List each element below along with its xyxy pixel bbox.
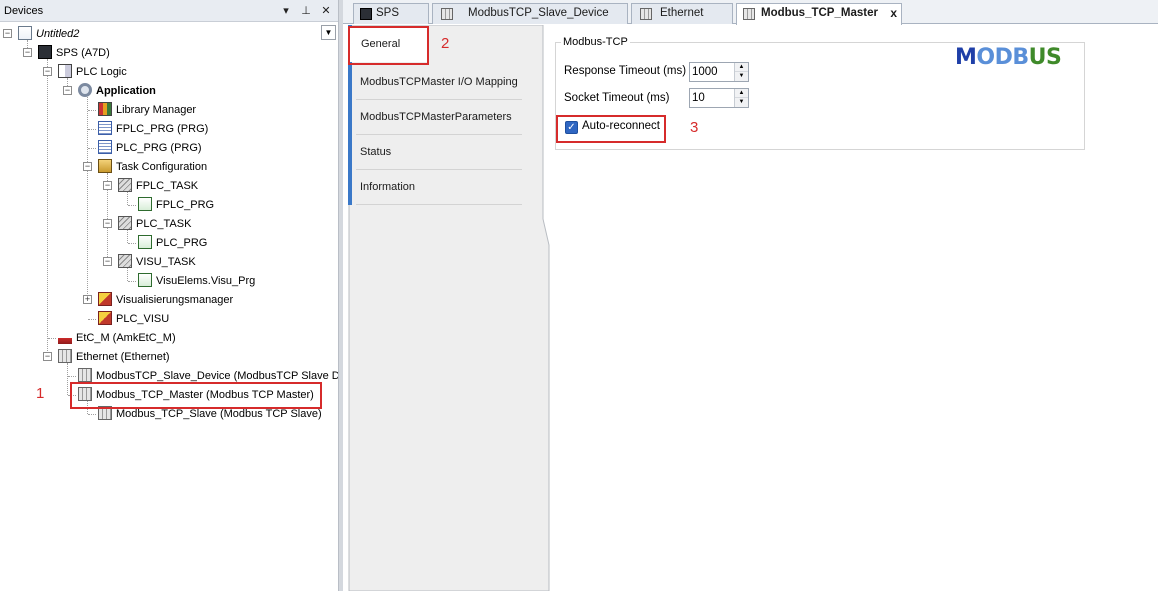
task-configuration-icon (98, 159, 112, 173)
collapse-toggle[interactable]: − (43, 67, 52, 76)
tab-io-mapping[interactable]: ModbusTCPMaster I/O Mapping (356, 65, 522, 100)
socket-timeout-value: 10 (692, 92, 705, 104)
tree-node-plc-prg[interactable]: PLC_PRG (PRG) (98, 139, 202, 157)
tree-node-plc-task[interactable]: PLC_TASK (118, 215, 191, 233)
annotation-number-2: 2 (441, 35, 450, 52)
tab-information[interactable]: Information (356, 170, 522, 205)
plc-icon (38, 45, 52, 59)
modbus-logo: MODBUS (955, 45, 1062, 70)
tree-node-visualisierungsmanager[interactable]: Visualisierungsmanager (98, 291, 233, 309)
program-icon (98, 140, 112, 154)
spin-up-icon[interactable]: ▲ (735, 63, 748, 72)
response-timeout-label: Response Timeout (ms) (564, 65, 687, 77)
tree-node-ethernet[interactable]: Ethernet (Ethernet) (58, 348, 170, 366)
tree-node-sps[interactable]: SPS (A7D) (38, 44, 110, 62)
tab-status[interactable]: Status (356, 135, 522, 170)
ethernet-icon (640, 8, 652, 20)
task-icon (118, 178, 132, 192)
collapse-toggle[interactable]: − (23, 48, 32, 57)
tree-node-visu-task[interactable]: VISU_TASK (118, 253, 196, 271)
pou-icon (138, 273, 152, 287)
tab-sps[interactable]: SPS (353, 3, 429, 24)
highlight-box-3 (556, 115, 666, 143)
highlight-box-1 (70, 382, 322, 409)
socket-timeout-input[interactable]: 10 ▲ ▼ (689, 88, 749, 108)
pin-icon[interactable]: ⊥ (298, 3, 314, 19)
spin-up-icon[interactable]: ▲ (735, 89, 748, 98)
task-icon (118, 254, 132, 268)
spinner-buttons: ▲ ▼ (734, 89, 748, 107)
tab-ethernet[interactable]: Ethernet (631, 3, 733, 24)
devices-panel-header: Devices ▾ ⊥ ✕ (0, 0, 338, 22)
modbus-device-icon (441, 8, 453, 20)
etc-bus-icon (58, 338, 72, 344)
collapse-toggle[interactable]: − (43, 352, 52, 361)
tree-node-fplc-prg[interactable]: FPLC_PRG (PRG) (98, 120, 208, 138)
spin-down-icon[interactable]: ▼ (735, 72, 748, 81)
tree-node-application[interactable]: Application (78, 82, 156, 100)
tree-node-library-manager[interactable]: Library Manager (98, 101, 196, 119)
annotation-number-1: 1 (36, 385, 45, 402)
library-manager-icon (98, 102, 112, 116)
modbus-device-icon (743, 8, 755, 20)
tab-close-icon[interactable]: x (890, 4, 897, 23)
editor-area: SPS ModbusTCP_Slave_Device Ethernet Modb… (343, 0, 1158, 591)
devices-panel: Devices ▾ ⊥ ✕ ▼ − − − − − − − − + − Unti… (0, 0, 338, 591)
tab-modbus-tcp-master[interactable]: Modbus_TCP_Master x (736, 3, 902, 25)
tree-node-etc-m[interactable]: EtC_M (AmkEtC_M) (58, 329, 176, 347)
collapse-toggle[interactable]: − (3, 29, 12, 38)
spinner-buttons: ▲ ▼ (734, 63, 748, 81)
pou-icon (138, 197, 152, 211)
socket-timeout-label: Socket Timeout (ms) (564, 92, 670, 104)
tree-node-fplc-task-call[interactable]: FPLC_PRG (138, 196, 214, 214)
group-title: Modbus-TCP (561, 36, 630, 48)
close-icon[interactable]: ✕ (318, 3, 334, 19)
general-page: Modbus-TCP MODBUS Response Timeout (ms) … (555, 25, 1158, 591)
collapse-toggle[interactable]: − (83, 162, 92, 171)
devices-panel-title: Devices (4, 5, 44, 17)
expand-toggle[interactable]: + (83, 295, 92, 304)
collapse-toggle[interactable]: − (103, 257, 112, 266)
spin-down-icon[interactable]: ▼ (735, 98, 748, 107)
response-timeout-value: 1000 (692, 66, 718, 78)
tree-node-plc-logic[interactable]: PLC Logic (58, 63, 127, 81)
visu-icon (98, 311, 112, 325)
tree-node-plc-task-call[interactable]: PLC_PRG (138, 234, 207, 252)
application-gear-icon (78, 83, 92, 97)
plc-icon (360, 8, 372, 20)
tree-node-visu-task-call[interactable]: VisuElems.Visu_Prg (138, 272, 255, 290)
task-icon (118, 216, 132, 230)
collapse-toggle[interactable]: − (63, 86, 72, 95)
response-timeout-input[interactable]: 1000 ▲ ▼ (689, 62, 749, 82)
tree-node-plc-visu[interactable]: PLC_VISU (98, 310, 169, 328)
tab-master-parameters[interactable]: ModbusTCPMasterParameters (356, 100, 522, 135)
chevron-down-icon[interactable]: ▾ (278, 3, 294, 19)
pou-icon (138, 235, 152, 249)
tree-dropdown-button[interactable]: ▼ (321, 25, 336, 40)
annotation-number-3: 3 (690, 119, 699, 136)
tree-node-fplc-task[interactable]: FPLC_TASK (118, 177, 198, 195)
project-icon (18, 26, 32, 40)
program-icon (98, 121, 112, 135)
collapse-toggle[interactable]: − (103, 181, 112, 190)
tree-node-project[interactable]: Untitled2 (18, 25, 79, 43)
tab-modbustcp-slave-device[interactable]: ModbusTCP_Slave_Device (432, 3, 628, 24)
highlight-box-2 (348, 26, 429, 65)
editor-tab-bar: SPS ModbusTCP_Slave_Device Ethernet Modb… (343, 0, 1158, 25)
ethernet-icon (58, 349, 72, 363)
visu-manager-icon (98, 292, 112, 306)
plc-logic-icon (58, 64, 72, 78)
device-editor-side-tabs: General ModbusTCPMaster I/O Mapping Modb… (348, 25, 550, 591)
modbus-device-icon (78, 368, 92, 382)
tree-node-task-configuration[interactable]: Task Configuration (98, 158, 207, 176)
collapse-toggle[interactable]: − (103, 219, 112, 228)
